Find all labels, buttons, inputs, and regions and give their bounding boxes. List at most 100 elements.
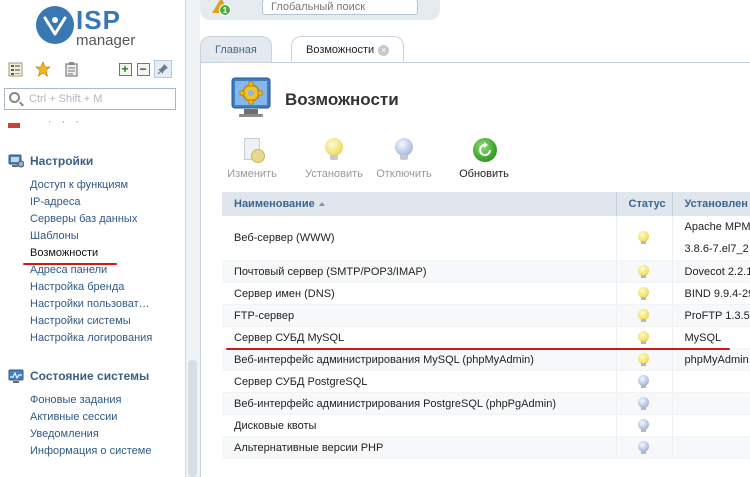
global-search[interactable] xyxy=(262,0,418,15)
table-row[interactable]: Сервер СУБД MySQL MySQL xyxy=(222,326,750,349)
sidebar-search[interactable] xyxy=(4,88,176,110)
refresh-button[interactable]: Обновить xyxy=(448,138,520,180)
installed-version: phpMyAdmin xyxy=(672,348,750,371)
table-header-row: Наименование Статус Установлен xyxy=(222,192,750,216)
disable-button[interactable]: Отключить xyxy=(368,138,440,180)
nav-group-title: Настройки xyxy=(30,154,94,168)
table-row[interactable]: FTP-сервер ProFTP 1.3.5b xyxy=(222,304,750,327)
sidebar-item-db-servers[interactable]: Серверы баз данных xyxy=(8,211,183,228)
status-cell xyxy=(616,370,673,393)
sidebar-item-system-info[interactable]: Информация о системе xyxy=(8,443,183,460)
sidebar-item-ip-addresses[interactable]: IP-адреса xyxy=(8,194,183,211)
sidebar-item-function-access[interactable]: Доступ к функциям xyxy=(8,177,183,194)
list-view-icon[interactable] xyxy=(6,60,24,78)
status-on-bulb-icon xyxy=(638,330,650,345)
refresh-icon xyxy=(473,138,497,162)
table-row[interactable]: Сервер СУБД PostgreSQL xyxy=(222,370,750,393)
top-header: 1 xyxy=(200,0,440,20)
status-on-bulb-icon xyxy=(638,308,650,323)
sidebar-item-features[interactable]: Возможности xyxy=(8,245,183,262)
logo-text-bottom: manager xyxy=(76,32,136,49)
feature-name: Дисковые квоты xyxy=(222,414,617,437)
sidebar-item-logging-settings[interactable]: Настройка логирования xyxy=(8,330,183,347)
feature-name: Веб-сервер (WWW) xyxy=(222,216,617,261)
expand-all-button[interactable]: + xyxy=(116,60,134,78)
settings-group-icon xyxy=(8,154,24,168)
nav-group-settings-header[interactable]: Настройки xyxy=(8,151,183,171)
sort-asc-icon xyxy=(318,202,325,207)
sidebar-scrollbar-thumb[interactable] xyxy=(188,360,197,477)
feature-name: Веб-интерфейс администрирования MySQL (p… xyxy=(222,348,617,371)
nav-group-system-status: Состояние системы Фоновые задания Активн… xyxy=(8,366,183,460)
sidebar-search-input[interactable] xyxy=(29,91,169,107)
disable-bulb-icon xyxy=(395,138,413,160)
feature-name: Почтовый сервер (SMTP/POP3/IMAP) xyxy=(222,260,617,283)
table-row[interactable]: Веб-интерфейс администрирования PostgreS… xyxy=(222,392,750,415)
status-on-bulb-icon xyxy=(638,231,650,245)
installed-version: ProFTP 1.3.5b xyxy=(672,304,750,327)
page-title: Возможности xyxy=(285,90,399,109)
status-on-bulb-icon xyxy=(638,264,650,279)
status-off-bulb-icon xyxy=(638,418,650,433)
sidebar: ISP manager + − ··· Настройки Доступ xyxy=(0,0,186,477)
pin-icon[interactable] xyxy=(154,60,172,78)
table-row[interactable]: Веб-сервер (WWW) Apache MPM- 3.8.6-7.el7_… xyxy=(222,216,750,261)
status-cell xyxy=(616,326,673,349)
feature-name: Сервер СУБД MySQL xyxy=(222,326,617,349)
installed-version: MySQL xyxy=(672,326,750,349)
tab-bar: Главная Возможности × xyxy=(200,36,750,63)
table-row[interactable]: Почтовый сервер (SMTP/POP3/IMAP) Dovecot… xyxy=(222,260,750,283)
installed-version: Apache MPM- 3.8.6-7.el7_2 xyxy=(672,216,750,261)
sidebar-item-notifications[interactable]: Уведомления xyxy=(8,426,183,443)
nav-group-settings: Настройки Доступ к функциям IP-адреса Се… xyxy=(8,151,183,347)
notifications-warning-icon[interactable]: 1 xyxy=(212,0,232,16)
favorites-star-icon[interactable] xyxy=(34,60,52,78)
status-cell xyxy=(616,414,673,437)
sidebar-item-brand-settings[interactable]: Настройка бренда xyxy=(8,279,183,296)
sidebar-scrollbar[interactable] xyxy=(186,0,200,477)
column-header-status[interactable]: Статус xyxy=(616,192,673,216)
sidebar-item-system-settings[interactable]: Настройки системы xyxy=(8,313,183,330)
features-gear-icon xyxy=(230,74,274,118)
status-off-bulb-icon xyxy=(638,396,650,411)
collapsed-group-fragment: ··· xyxy=(8,116,88,131)
isp-manager-logo[interactable]: ISP manager xyxy=(36,5,156,49)
table-row[interactable]: Сервер имен (DNS) BIND 9.9.4-29 xyxy=(222,282,750,305)
close-tab-icon[interactable]: × xyxy=(378,44,390,56)
status-on-bulb-icon xyxy=(638,352,650,367)
table-row[interactable]: Альтернативные версии PHP xyxy=(222,436,750,459)
annotation-underline-sidebar xyxy=(23,263,117,265)
notification-count-badge: 1 xyxy=(219,4,231,16)
feature-name: Альтернативные версии PHP xyxy=(222,436,617,459)
install-bulb-icon xyxy=(325,138,343,160)
disable-label: Отключить xyxy=(376,168,432,180)
install-button[interactable]: Установить xyxy=(298,138,370,180)
sidebar-item-user-settings[interactable]: Настройки пользоват… xyxy=(8,296,183,313)
table-row[interactable]: Дисковые квоты xyxy=(222,414,750,437)
installed-version xyxy=(672,414,750,437)
feature-name: Веб-интерфейс администрирования PostgreS… xyxy=(222,392,617,415)
feature-name: Сервер имен (DNS) xyxy=(222,282,617,305)
global-search-input[interactable] xyxy=(263,0,417,14)
status-cell xyxy=(616,436,673,459)
tab-home[interactable]: Главная xyxy=(200,36,272,62)
installed-version xyxy=(672,370,750,393)
sidebar-item-templates[interactable]: Шаблоны xyxy=(8,228,183,245)
clipboard-icon[interactable] xyxy=(62,60,80,78)
sidebar-item-active-sessions[interactable]: Активные сессии xyxy=(8,409,183,426)
feature-name: FTP-сервер xyxy=(222,304,617,327)
table-row[interactable]: Веб-интерфейс администрирования MySQL (p… xyxy=(222,348,750,371)
logo-mark-icon xyxy=(36,6,74,44)
column-header-name[interactable]: Наименование xyxy=(222,192,617,216)
system-status-group-icon xyxy=(8,369,24,383)
status-off-bulb-icon xyxy=(638,374,650,389)
status-cell xyxy=(616,216,673,261)
search-icon xyxy=(9,92,20,103)
edit-button[interactable]: Изменить xyxy=(216,138,288,180)
collapse-all-button[interactable]: − xyxy=(134,60,152,78)
feature-name: Сервер СУБД PostgreSQL xyxy=(222,370,617,393)
nav-group-system-status-header[interactable]: Состояние системы xyxy=(8,366,183,386)
tab-features[interactable]: Возможности × xyxy=(291,36,405,63)
sidebar-item-background-jobs[interactable]: Фоновые задания xyxy=(8,392,183,409)
column-header-installed[interactable]: Установлен xyxy=(672,192,750,216)
